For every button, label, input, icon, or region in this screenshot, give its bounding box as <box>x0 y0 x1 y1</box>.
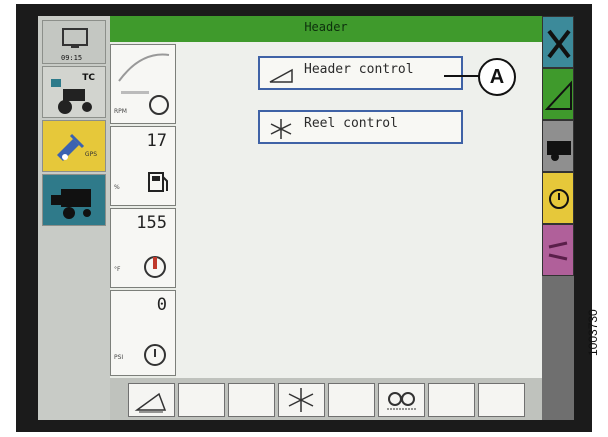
gps-label: GPS <box>84 151 97 158</box>
callout-a: A <box>478 58 516 96</box>
combine-button[interactable] <box>42 174 106 226</box>
figure-number: 1003730 <box>586 309 600 356</box>
tc-label: TC <box>82 73 95 83</box>
clock-time: 09:15 <box>61 54 83 62</box>
page-title: Header <box>110 16 542 42</box>
reel-control-label: Reel control <box>304 116 398 131</box>
empty-tab <box>542 276 574 420</box>
bottom-button-7[interactable] <box>428 383 475 417</box>
bottom-button-3[interactable] <box>228 383 275 417</box>
tools-tab[interactable] <box>542 16 574 68</box>
combine-tab[interactable] <box>542 120 574 172</box>
header-angle-icon-tab <box>544 80 572 110</box>
header-tab[interactable] <box>542 68 574 120</box>
fuel-pump-icon <box>148 172 168 192</box>
satellite-icon <box>57 133 85 161</box>
temperature-unit: °F <box>114 266 121 273</box>
chain-icon <box>387 392 416 410</box>
pressure-icon <box>144 344 166 366</box>
right-strip <box>542 16 574 420</box>
callout-leader-line <box>444 75 480 77</box>
left-strip: 09:15 TC GPS <box>38 16 110 420</box>
gps-button[interactable]: GPS <box>42 120 106 172</box>
engine-tab[interactable] <box>542 172 574 224</box>
rpm-unit: RPM <box>114 108 127 115</box>
header-angle-icon <box>269 68 293 83</box>
temperature-gauge[interactable]: 155 °F <box>110 208 176 288</box>
bottom-button-2[interactable] <box>178 383 225 417</box>
fuel-unit: % <box>114 184 120 191</box>
bottom-toolbar <box>110 378 542 420</box>
bottom-header-button[interactable] <box>128 383 175 417</box>
tractor-icon <box>51 79 92 114</box>
bottom-button-5[interactable] <box>328 383 375 417</box>
bottom-button-8[interactable] <box>478 383 525 417</box>
tc-button[interactable]: TC <box>42 66 106 118</box>
reel-asterisk-icon <box>270 119 292 139</box>
hammer-wrench-icon <box>547 29 571 59</box>
header-control-button[interactable]: Header control <box>258 56 463 90</box>
combine-icon-tab <box>547 141 571 161</box>
combine-icon <box>51 189 91 219</box>
reel-control-button[interactable]: Reel control <box>258 110 463 144</box>
clock-button[interactable]: 09:15 <box>42 20 106 64</box>
thermometer-icon <box>144 256 166 278</box>
reel-asterisk-icon-bottom <box>288 388 314 412</box>
bottom-reel-button[interactable] <box>278 383 325 417</box>
header-tilt-icon <box>134 392 167 413</box>
fuel-gauge[interactable]: 17 % <box>110 126 176 206</box>
bottom-chain-button[interactable] <box>378 383 425 417</box>
adjust-icon <box>548 241 568 261</box>
settings-tab[interactable] <box>542 224 574 276</box>
rpm-gauge[interactable]: RPM <box>110 44 176 124</box>
header-control-label: Header control <box>304 62 414 77</box>
pressure-gauge[interactable]: 0 PSI <box>110 290 176 376</box>
pressure-unit: PSI <box>114 354 124 361</box>
engine-icon <box>549 189 569 209</box>
